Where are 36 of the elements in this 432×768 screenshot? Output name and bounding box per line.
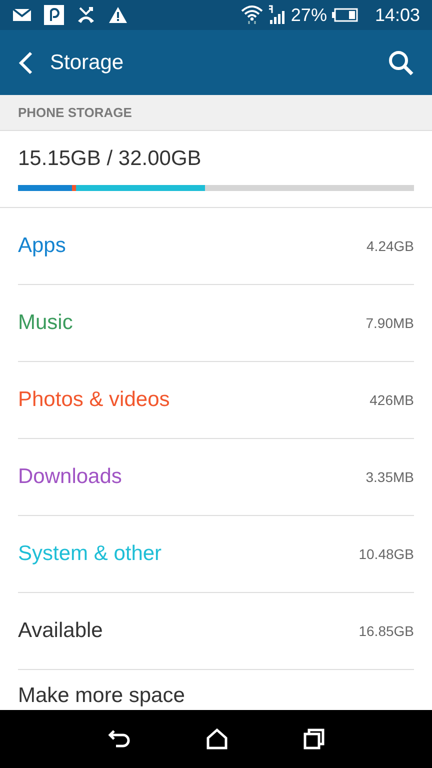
category-size: 4.24GB: [366, 238, 414, 254]
storage-category-row[interactable]: Music 7.90MB: [18, 285, 414, 362]
action-label: Make more space: [18, 684, 185, 708]
section-title: PHONE STORAGE: [18, 105, 132, 120]
category-label: Music: [18, 311, 73, 335]
home-icon[interactable]: [206, 728, 228, 750]
category-size: 10.48GB: [358, 546, 414, 562]
category-size: 16.85GB: [358, 623, 414, 639]
category-label: Available: [18, 619, 103, 643]
storage-category-row[interactable]: Photos & videos 426MB: [18, 362, 414, 439]
battery-icon: [332, 8, 358, 22]
clock: 14:03: [374, 4, 420, 26]
storage-category-row[interactable]: System & other 10.48GB: [18, 516, 414, 593]
mail-icon: [12, 8, 32, 22]
screen-title: Storage: [50, 50, 124, 74]
signal-icon: [268, 5, 286, 25]
missed-call-icon: [76, 6, 96, 24]
wifi-icon: [240, 5, 263, 25]
category-label: Downloads: [18, 465, 122, 489]
back-icon[interactable]: [107, 728, 132, 750]
category-label: System & other: [18, 542, 162, 566]
action-row[interactable]: Make more space: [18, 670, 414, 710]
category-size: 7.90MB: [366, 315, 414, 331]
recent-apps-icon[interactable]: [302, 728, 325, 750]
search-icon[interactable]: [388, 50, 414, 76]
storage-usage: 15.15GB / 32.00GB: [18, 147, 202, 171]
storage-category-row[interactable]: Downloads 3.35MB: [18, 439, 414, 516]
category-label: Photos & videos: [18, 388, 170, 412]
category-size: 426MB: [370, 392, 414, 408]
storage-category-row[interactable]: Apps 4.24GB: [18, 208, 414, 285]
storage-category-row[interactable]: Available 16.85GB: [18, 593, 414, 670]
app-notification-icon: [44, 5, 64, 25]
battery-percentage: 27%: [290, 4, 327, 26]
category-label: Apps: [18, 234, 66, 258]
category-size: 3.35MB: [366, 469, 414, 485]
warning-icon: [108, 6, 128, 24]
